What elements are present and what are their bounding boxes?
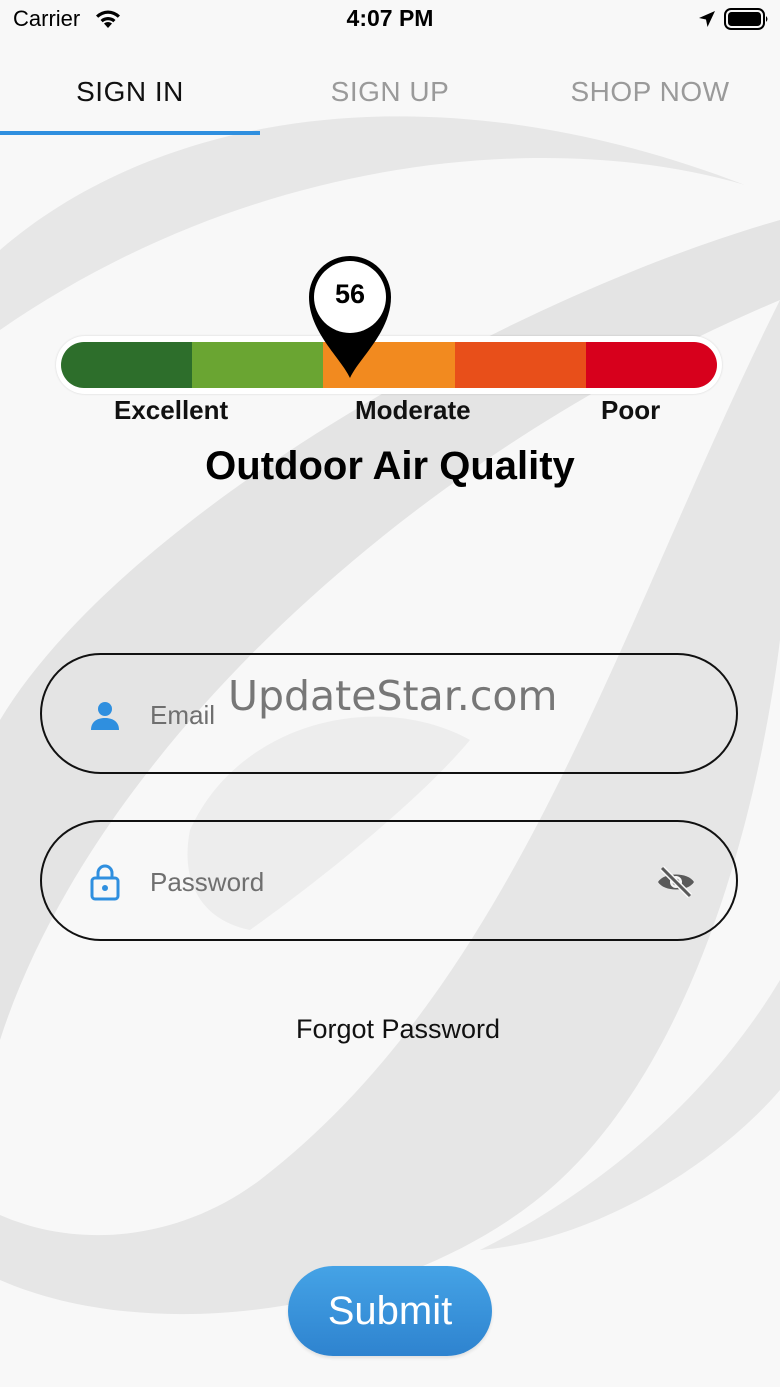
status-time: 4:07 PM: [346, 5, 434, 31]
air-quality-title: Outdoor Air Quality: [205, 444, 575, 488]
air-quality-value: 56: [334, 279, 366, 309]
submit-button[interactable]: Submit: [288, 1266, 492, 1356]
gauge-segment-1: [61, 342, 193, 388]
tab-bar: SIGN IN SIGN UP SHOP NOW: [0, 50, 780, 136]
gauge-label-poor: Poor: [601, 395, 661, 425]
gauge-label-moderate: Moderate: [355, 395, 471, 425]
active-tab-indicator: [0, 131, 260, 135]
status-bar: Carrier 4:07 PM: [0, 0, 780, 40]
gauge-segment-5: [585, 342, 717, 388]
tab-shop-now[interactable]: SHOP NOW: [520, 50, 780, 134]
password-field[interactable]: [40, 820, 738, 941]
tab-sign-in[interactable]: SIGN IN: [0, 50, 260, 134]
lock-icon: [90, 864, 120, 901]
gauge-pin-icon: [309, 256, 391, 378]
watermark-text: UpdateStar.com: [228, 672, 558, 720]
tab-sign-up[interactable]: SIGN UP: [260, 50, 520, 134]
forgot-password-link[interactable]: Forgot Password: [0, 1014, 780, 1045]
gauge-segment-4: [454, 342, 586, 388]
location-arrow-icon: [699, 11, 715, 27]
gauge-label-excellent: Excellent: [114, 395, 229, 425]
eye-slash-icon[interactable]: [656, 864, 696, 900]
person-icon: [91, 702, 119, 730]
battery-icon: [724, 8, 768, 30]
password-input[interactable]: [150, 862, 620, 902]
